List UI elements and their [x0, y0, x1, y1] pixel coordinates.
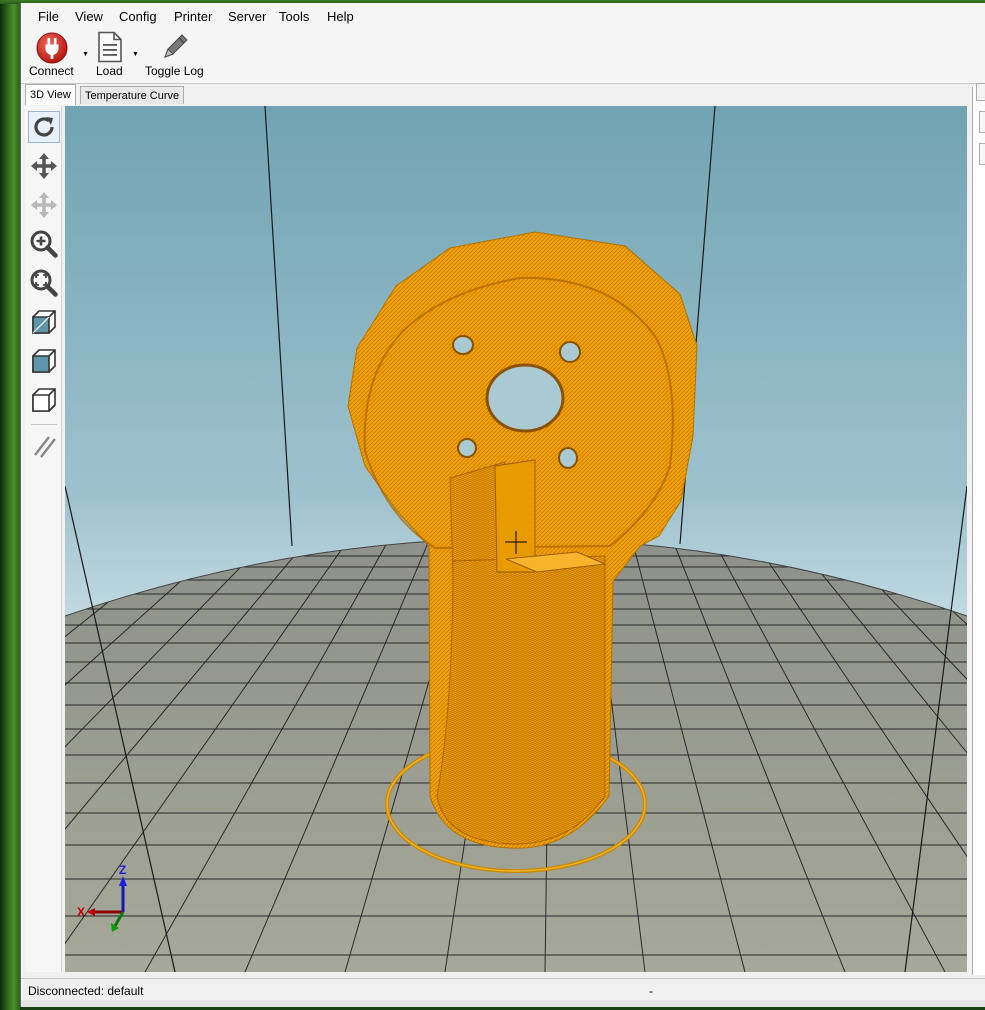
right-panel-button[interactable] — [979, 111, 985, 133]
menu-printer[interactable]: Printer — [174, 9, 212, 24]
3d-scene: X Z — [65, 106, 967, 972]
right-panel-button[interactable] — [979, 143, 985, 165]
status-bar: Disconnected: default - — [21, 978, 985, 1001]
fit-view-icon — [30, 269, 58, 297]
zoom-button[interactable] — [28, 228, 60, 260]
rotate-icon — [34, 117, 54, 137]
fit-view-button[interactable] — [28, 267, 60, 299]
menu-help[interactable]: Help — [327, 9, 354, 24]
sidebar-divider — [31, 424, 57, 425]
tab-temperature-curve[interactable]: Temperature Curve — [80, 86, 185, 104]
window-bottom-edge — [21, 1000, 985, 1007]
front-view-button[interactable] — [28, 345, 60, 377]
load-button[interactable] — [95, 31, 125, 66]
axis-x-label: X — [77, 905, 85, 919]
view-tabs: 3D View Temperature Curve — [21, 84, 985, 106]
view-tools-sidebar — [25, 106, 62, 972]
slice-icon — [34, 436, 56, 458]
load-dropdown-arrow[interactable]: ▼ — [132, 51, 139, 58]
zoom-icon — [30, 230, 58, 258]
iso-view-icon — [32, 310, 56, 334]
top-view-icon — [32, 388, 56, 412]
status-separator: - — [649, 984, 653, 998]
pencil-icon — [164, 34, 188, 58]
tab-3d-view-label: 3D View — [30, 89, 71, 101]
connection-status: Disconnected: default — [28, 984, 144, 998]
tab-temperature-label: Temperature Curve — [85, 90, 180, 102]
move-view-button[interactable] — [28, 150, 60, 182]
connect-button[interactable] — [35, 31, 69, 68]
toggle-log-label: Toggle Log — [145, 64, 204, 78]
connect-dropdown-arrow[interactable]: ▼ — [82, 51, 89, 58]
move-object-button[interactable] — [28, 189, 60, 221]
iso-view-button[interactable] — [28, 306, 60, 338]
menu-tools[interactable]: Tools — [279, 9, 309, 24]
right-panel-tab[interactable] — [976, 83, 985, 101]
app-window: File View Config Printer Server Tools He… — [20, 3, 985, 1007]
move-icon — [31, 153, 57, 179]
menu-file[interactable]: File — [38, 9, 59, 24]
connect-label: Connect — [29, 64, 74, 78]
menu-bar: File View Config Printer Server Tools He… — [21, 3, 985, 27]
menu-view[interactable]: View — [75, 9, 103, 24]
axis-z-label: Z — [119, 863, 126, 877]
power-plug-icon — [36, 32, 68, 64]
move-object-icon — [31, 192, 57, 218]
desktop-background — [0, 0, 20, 1010]
main-toolbar: Connect ▼ Load ▼ Toggle Log — [21, 27, 985, 84]
toggle-log-button[interactable] — [159, 31, 191, 66]
3d-viewport[interactable]: X Z — [65, 106, 967, 972]
tab-3d-view[interactable]: 3D View — [25, 84, 76, 105]
document-icon — [98, 31, 122, 63]
menu-config[interactable]: Config — [119, 9, 157, 24]
menu-server[interactable]: Server — [228, 9, 266, 24]
right-side-panel — [972, 83, 985, 975]
slice-view-button[interactable] — [28, 430, 60, 462]
center-hole — [485, 363, 565, 433]
top-view-button[interactable] — [28, 384, 60, 416]
front-view-icon — [32, 349, 56, 373]
load-label: Load — [96, 64, 123, 78]
rotate-tool-button[interactable] — [28, 111, 60, 143]
